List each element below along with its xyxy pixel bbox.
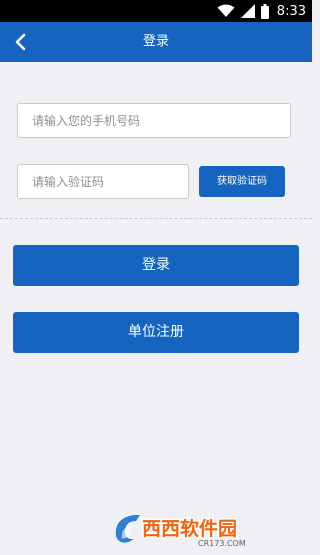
register-button[interactable]: 单位注册	[13, 312, 299, 353]
watermark-url: CR173.COM	[198, 539, 246, 548]
verification-code-input[interactable]	[17, 164, 189, 199]
phone-input[interactable]	[17, 103, 291, 138]
get-code-button[interactable]: 获取验证码	[199, 166, 285, 197]
watermark-brand: 西西软件园	[141, 516, 239, 542]
status-bar: 8:33	[0, 0, 312, 22]
divider	[0, 218, 312, 219]
svg-text:西西软件园: 西西软件园	[142, 517, 237, 540]
page-title: 登录	[142, 34, 169, 49]
login-button[interactable]: 登录	[13, 245, 299, 286]
nav-bar: 登录	[0, 22, 312, 62]
signal-icon	[240, 4, 255, 18]
watermark-logo: 西西软件园 CR173.COM	[115, 515, 246, 548]
svg-text:CR173.COM: CR173.COM	[198, 539, 246, 548]
status-icons: 8:33	[217, 0, 306, 22]
battery-icon	[260, 3, 269, 19]
status-time: 8:33	[276, 3, 306, 19]
wifi-icon	[217, 4, 235, 17]
